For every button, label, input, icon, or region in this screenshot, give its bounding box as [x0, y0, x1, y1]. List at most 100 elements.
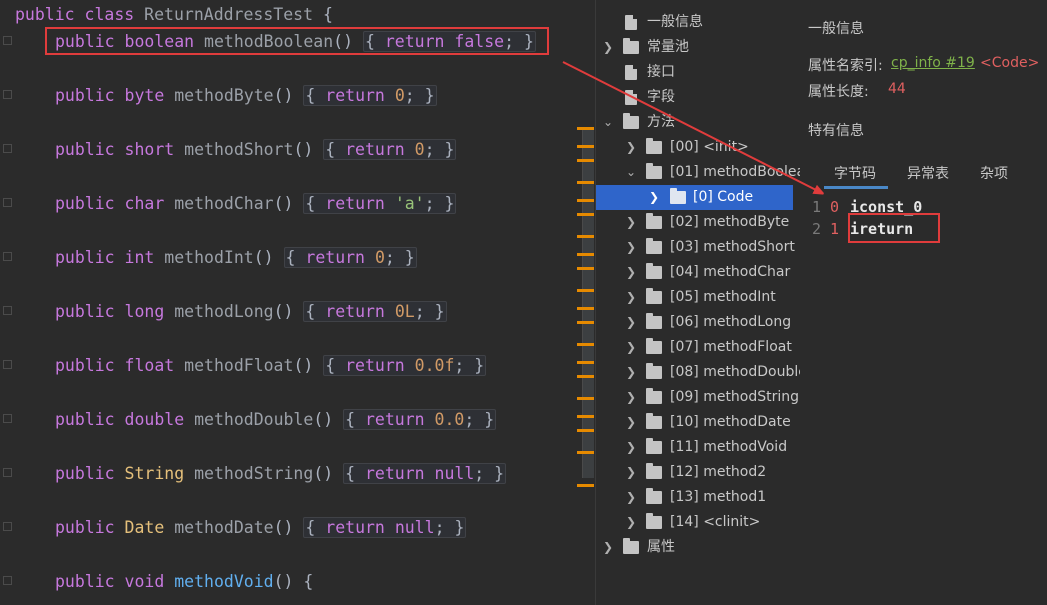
tree-item-interfaces[interactable]: 接口 — [596, 60, 800, 85]
chevron-right-icon[interactable]: ❯ — [625, 285, 637, 310]
tree-item-method[interactable]: ❯ [07] methodFloat — [596, 335, 800, 360]
cp-info-link[interactable]: cp_info #19 — [891, 55, 975, 71]
method-body: { return 0L; } — [303, 301, 447, 322]
fold-marker[interactable] — [3, 90, 12, 99]
method-line[interactable]: public short methodShort() { return 0; } — [55, 138, 457, 162]
fold-marker[interactable] — [3, 576, 12, 585]
chevron-right-icon[interactable]: ❯ — [625, 485, 637, 510]
return-type: int — [124, 248, 155, 267]
parentheses: () — [313, 464, 334, 483]
chevron-right-icon[interactable]: ❯ — [602, 535, 614, 560]
tab-bytecode[interactable]: 字节码 — [834, 162, 876, 186]
fold-marker[interactable] — [3, 252, 12, 261]
file-icon — [625, 90, 637, 105]
method-line[interactable]: public double methodDouble() { return 0.… — [55, 408, 497, 432]
tree-item-method[interactable]: ❯ [11] methodVoid — [596, 435, 800, 460]
tree-item-code[interactable]: ❯ [0] Code — [596, 185, 793, 210]
tree-item-method[interactable]: ⌄ [01] methodBoolean — [596, 160, 800, 185]
modifier-keyword: public — [55, 86, 115, 105]
return-keyword: return — [345, 356, 405, 375]
tree-item-method[interactable]: ❯ [10] methodDate — [596, 410, 800, 435]
return-type: long — [124, 302, 165, 321]
tree-item-method[interactable]: ❯ [09] methodString — [596, 385, 800, 410]
scroll-marker — [577, 484, 594, 487]
chevron-right-icon[interactable]: ❯ — [625, 335, 637, 360]
tree-item-method[interactable]: ❯ [02] methodByte — [596, 210, 800, 235]
method-line[interactable]: public String methodString() { return nu… — [55, 462, 507, 486]
fold-marker[interactable] — [3, 144, 12, 153]
tree-item-attributes[interactable]: ❯ 属性 — [596, 535, 800, 560]
chevron-right-icon[interactable]: ❯ — [625, 310, 637, 335]
chevron-right-icon[interactable]: ❯ — [625, 210, 637, 235]
chevron-right-icon[interactable]: ❯ — [625, 510, 637, 535]
method-line[interactable]: public byte methodByte() { return 0; } — [55, 84, 437, 108]
active-tab-indicator — [824, 186, 888, 189]
scroll-marker — [577, 127, 594, 130]
general-info-header: 一般信息 — [808, 21, 864, 37]
tree-item-method[interactable]: ❯ [06] methodLong — [596, 310, 800, 335]
tab-exception-table[interactable]: 异常表 — [907, 162, 949, 186]
method-name: methodFloat — [184, 356, 294, 375]
method-line[interactable]: public void methodVoid() { — [55, 570, 313, 594]
tree-item-method[interactable]: ❯ [14] <clinit> — [596, 510, 800, 535]
folder-icon — [646, 238, 662, 254]
parentheses: () — [293, 140, 314, 159]
tree-item-methods[interactable]: ⌄ 方法 — [596, 110, 800, 135]
semicolon: ; — [454, 356, 465, 375]
fold-marker[interactable] — [3, 414, 12, 423]
tree-item-method[interactable]: ❯ [03] methodShort — [596, 235, 800, 260]
return-value: 0.0 — [434, 410, 465, 429]
method-line[interactable]: public long methodLong() { return 0L; } — [55, 300, 447, 324]
chevron-down-icon[interactable]: ⌄ — [602, 110, 614, 135]
chevron-down-icon[interactable]: ⌄ — [625, 160, 637, 185]
folder-icon — [646, 363, 662, 379]
tab-misc[interactable]: 杂项 — [980, 162, 1008, 186]
method-line[interactable]: public int methodInt() { return 0; } — [55, 246, 417, 270]
code-editor[interactable]: public class ReturnAddressTest { public … — [0, 0, 595, 605]
chevron-right-icon[interactable]: ❯ — [625, 260, 637, 285]
chevron-right-icon[interactable]: ❯ — [625, 360, 637, 385]
fold-marker[interactable] — [3, 468, 12, 477]
parentheses: () — [273, 194, 294, 213]
bytecode-listing[interactable]: 1 0 iconst_0 2 1 ireturn — [808, 196, 1047, 605]
fold-marker[interactable] — [3, 360, 12, 369]
tree-item-method[interactable]: ❯ [13] method1 — [596, 485, 800, 510]
tree-item-fields[interactable]: 字段 — [596, 85, 800, 110]
close-brace: } — [434, 302, 445, 321]
close-brace: } — [454, 518, 465, 537]
chevron-right-icon[interactable]: ❯ — [625, 435, 637, 460]
return-keyword: return — [325, 194, 385, 213]
method-line[interactable]: public float methodFloat() { return 0.0f… — [55, 354, 487, 378]
scroll-marker — [577, 343, 594, 346]
attr-name-index-label: 属性名索引: — [808, 58, 883, 74]
tree-item-method[interactable]: ❯ [00] <init> — [596, 135, 800, 160]
fold-marker[interactable] — [3, 36, 12, 45]
chevron-right-icon[interactable]: ❯ — [625, 135, 637, 160]
class-declaration[interactable]: public class ReturnAddressTest { — [15, 3, 333, 27]
fold-marker[interactable] — [3, 522, 12, 531]
chevron-right-icon[interactable]: ❯ — [625, 460, 637, 485]
method-line[interactable]: public Date methodDate() { return null; … — [55, 516, 467, 540]
tree-item-method[interactable]: ❯ [12] method2 — [596, 460, 800, 485]
tree-item-method[interactable]: ❯ [05] methodInt — [596, 285, 800, 310]
fold-marker[interactable] — [3, 306, 12, 315]
return-keyword: return — [325, 302, 385, 321]
chevron-right-icon[interactable]: ❯ — [602, 35, 614, 60]
brace: { — [322, 5, 333, 24]
file-icon — [625, 65, 637, 80]
return-value: 0 — [374, 248, 385, 267]
chevron-right-icon[interactable]: ❯ — [625, 235, 637, 260]
fold-marker[interactable] — [3, 198, 12, 207]
chevron-right-icon[interactable]: ❯ — [625, 410, 637, 435]
open-brace: { — [345, 410, 356, 429]
chevron-right-icon[interactable]: ❯ — [648, 185, 660, 210]
tree-item-constant-pool[interactable]: ❯ 常量池 — [596, 35, 800, 60]
tree-item-method[interactable]: ❯ [04] methodChar — [596, 260, 800, 285]
class-structure-tree[interactable]: 一般信息 ❯ 常量池 接口 字段 ⌄ 方法 ❯ [00] <init> ⌄ [01] … — [595, 0, 800, 605]
tree-item-method[interactable]: ❯ [08] methodDouble — [596, 360, 800, 385]
modifier-keyword: public — [55, 248, 115, 267]
tree-item-general-info[interactable]: 一般信息 — [596, 10, 800, 35]
method-line[interactable]: public char methodChar() { return 'a'; } — [55, 192, 457, 216]
chevron-right-icon[interactable]: ❯ — [625, 385, 637, 410]
folder-icon — [646, 413, 662, 429]
